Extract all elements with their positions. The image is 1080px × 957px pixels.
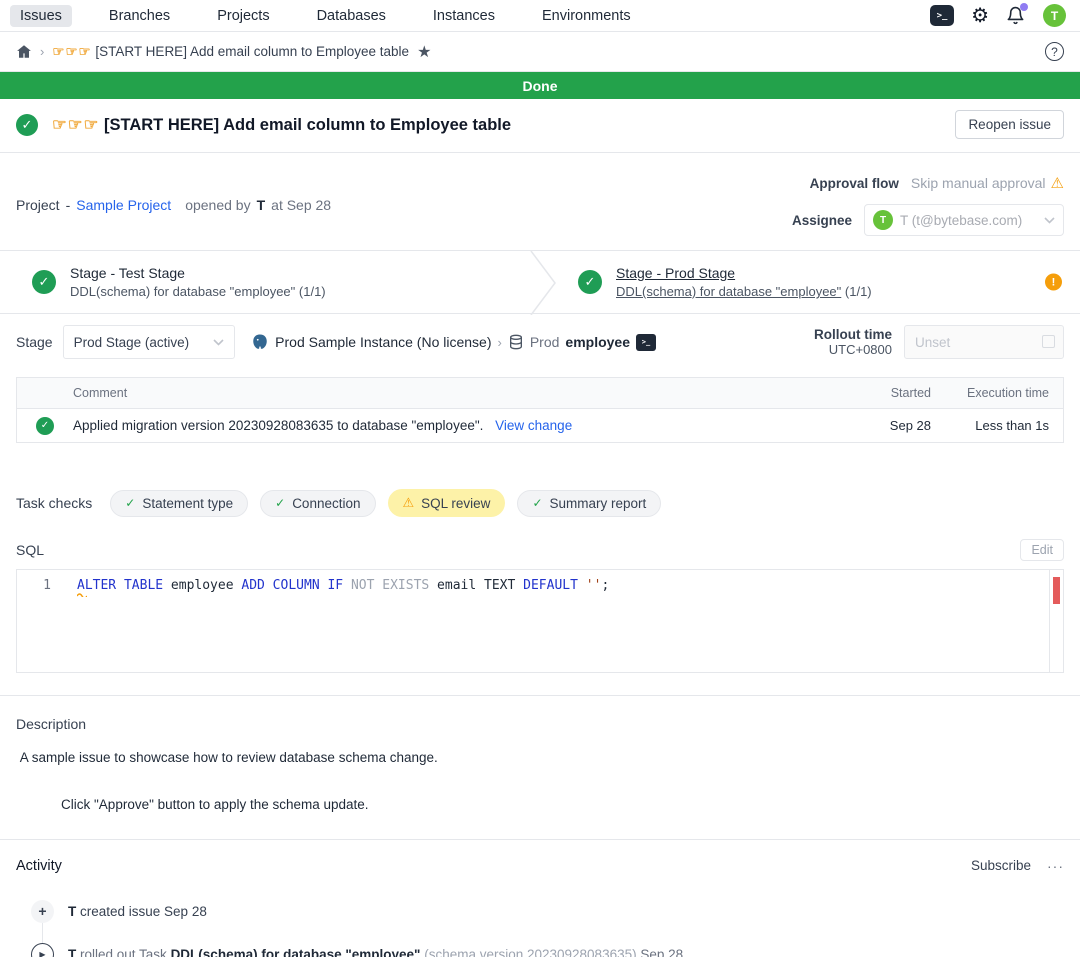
nav-item-issues[interactable]: Issues [10, 5, 72, 27]
issue-title: ☞☞☞ [START HERE] Add email column to Emp… [52, 115, 955, 135]
issue-meta-section: Project - Sample Project opened by T at … [0, 153, 1080, 250]
stage-done-check-icon: ✓ [578, 270, 602, 294]
notification-dot [1020, 3, 1028, 11]
star-favorite-icon[interactable]: ★ [417, 42, 431, 62]
description-text[interactable]: A sample issue to showcase how to review… [16, 746, 1064, 817]
database-name[interactable]: employee [565, 334, 630, 350]
assignee-row: Assignee T T (t@bytebase.com) [792, 204, 1064, 236]
editor-overview-ruler[interactable] [1049, 570, 1063, 672]
notification-bell-icon[interactable] [1006, 6, 1026, 26]
breadcrumb-separator: › [497, 335, 501, 350]
sql-section-header: SQL Edit [0, 539, 1080, 561]
assignee-select[interactable]: T T (t@bytebase.com) [864, 204, 1064, 236]
sql-edit-button[interactable]: Edit [1020, 539, 1064, 561]
nav-item-databases[interactable]: Databases [307, 5, 396, 27]
main-nav: Issues Branches Projects Databases Insta… [10, 5, 641, 27]
issue-title-row: ✓ ☞☞☞ [START HERE] Add email column to E… [0, 99, 1080, 153]
stage-pipeline: ✓ Stage - Test Stage DDL(schema) for dat… [0, 250, 1080, 314]
stage-alert-icon[interactable]: ! [1045, 274, 1062, 291]
project-link[interactable]: Sample Project [76, 197, 171, 213]
sql-editor-icon[interactable]: >_ [930, 5, 954, 26]
error-marker [1053, 577, 1060, 604]
started-cell: Sep 28 [873, 418, 945, 433]
pointer-emoji: ☞☞☞ [52, 44, 91, 59]
activity-timeline: + T created issue Sep 28 ▶ T rolled out … [16, 890, 1064, 957]
breadcrumb-issue-title: ☞☞☞ [START HERE] Add email column to Emp… [52, 44, 409, 60]
check-pass-icon: ✓ [275, 496, 285, 510]
stage-toolbar: Stage Prod Stage (active) Prod Sample In… [0, 314, 1080, 370]
view-change-link[interactable]: View change [495, 418, 572, 433]
help-icon[interactable]: ? [1045, 42, 1064, 61]
stage-card-prod[interactable]: ✓ Stage - Prod Stage DDL(schema) for dat… [534, 251, 1080, 313]
issue-status-banner: Done [0, 72, 1080, 99]
stage-card-test[interactable]: ✓ Stage - Test Stage DDL(schema) for dat… [0, 251, 534, 313]
nav-item-instances[interactable]: Instances [423, 5, 505, 27]
check-pass-icon: ✓ [125, 496, 135, 510]
execution-time-cell: Less than 1s [945, 418, 1063, 433]
check-pill-summary-report[interactable]: ✓ Summary report [517, 490, 661, 517]
settings-gear-icon[interactable]: ⚙ [971, 6, 989, 26]
stage-done-check-icon: ✓ [32, 270, 56, 294]
postgres-icon [251, 333, 269, 351]
check-pass-icon: ✓ [532, 496, 542, 510]
check-pill-statement-type[interactable]: ✓ Statement type [110, 490, 248, 517]
warning-triangle-icon: ⚠ [1051, 174, 1064, 192]
breadcrumb-separator: › [40, 44, 44, 59]
nav-item-environments[interactable]: Environments [532, 5, 641, 27]
user-avatar[interactable]: T [1043, 4, 1066, 27]
environment-label: Prod [530, 334, 560, 350]
instance-name[interactable]: Prod Sample Instance (No license) [275, 334, 491, 350]
check-pill-sql-review[interactable]: ⚠ SQL review [388, 489, 506, 517]
approval-flow-value: Skip manual approval ⚠ [911, 174, 1064, 192]
pointer-emoji: ☞☞☞ [52, 116, 99, 134]
assignee-avatar: T [873, 210, 893, 230]
chevron-down-icon [1044, 217, 1055, 224]
project-line: Project - Sample Project opened by T at … [16, 174, 331, 236]
warning-squiggle [77, 592, 87, 597]
activity-menu-icon[interactable]: ··· [1047, 858, 1064, 874]
rollout-time-input[interactable] [904, 325, 1064, 359]
description-section: Description A sample issue to showcase h… [0, 696, 1080, 829]
subscribe-button[interactable]: Subscribe [971, 858, 1031, 873]
sql-code-line: ALTER TABLE employee ADD COLUMN IF NOT E… [65, 570, 1049, 672]
check-warning-icon: ⚠ [403, 495, 415, 511]
check-pill-connection[interactable]: ✓ Connection [260, 490, 375, 517]
activity-item: ▶ T rolled out Task DDL(schema) for data… [16, 933, 1064, 957]
task-success-check-icon: ✓ [36, 417, 54, 435]
calendar-icon [1042, 335, 1055, 348]
line-number-gutter: 1 [17, 570, 65, 672]
created-plus-icon: + [31, 900, 54, 923]
reopen-issue-button[interactable]: Reopen issue [955, 110, 1064, 139]
nav-item-projects[interactable]: Projects [207, 5, 279, 27]
table-header-row: Comment Started Execution time [17, 378, 1063, 408]
table-row[interactable]: ✓ Applied migration version 202309280836… [17, 408, 1063, 442]
chevron-down-icon [213, 339, 224, 346]
top-navigation: Issues Branches Projects Databases Insta… [0, 0, 1080, 32]
approval-flow-row: Approval flow Skip manual approval ⚠ [810, 174, 1064, 192]
open-sql-editor-icon[interactable]: >_ [636, 334, 656, 351]
database-icon [508, 334, 524, 350]
issue-done-check-icon: ✓ [16, 114, 38, 136]
rollout-time-labels: Rollout time UTC+0800 [814, 327, 892, 357]
nav-item-branches[interactable]: Branches [99, 5, 180, 27]
activity-item: + T created issue Sep 28 [16, 890, 1064, 933]
task-run-table: Comment Started Execution time ✓ Applied… [16, 377, 1064, 443]
home-icon[interactable] [16, 44, 32, 59]
breadcrumb-bar: › ☞☞☞ [START HERE] Add email column to E… [0, 32, 1080, 72]
rollout-play-icon: ▶ [31, 943, 54, 957]
sql-editor[interactable]: 1 ALTER TABLE employee ADD COLUMN IF NOT… [16, 569, 1064, 673]
stage-select[interactable]: Prod Stage (active) [63, 325, 236, 359]
task-checks-section: Task checks ✓ Statement type ✓ Connectio… [0, 489, 1080, 517]
activity-section: Activity Subscribe ··· + T created issue… [0, 840, 1080, 957]
